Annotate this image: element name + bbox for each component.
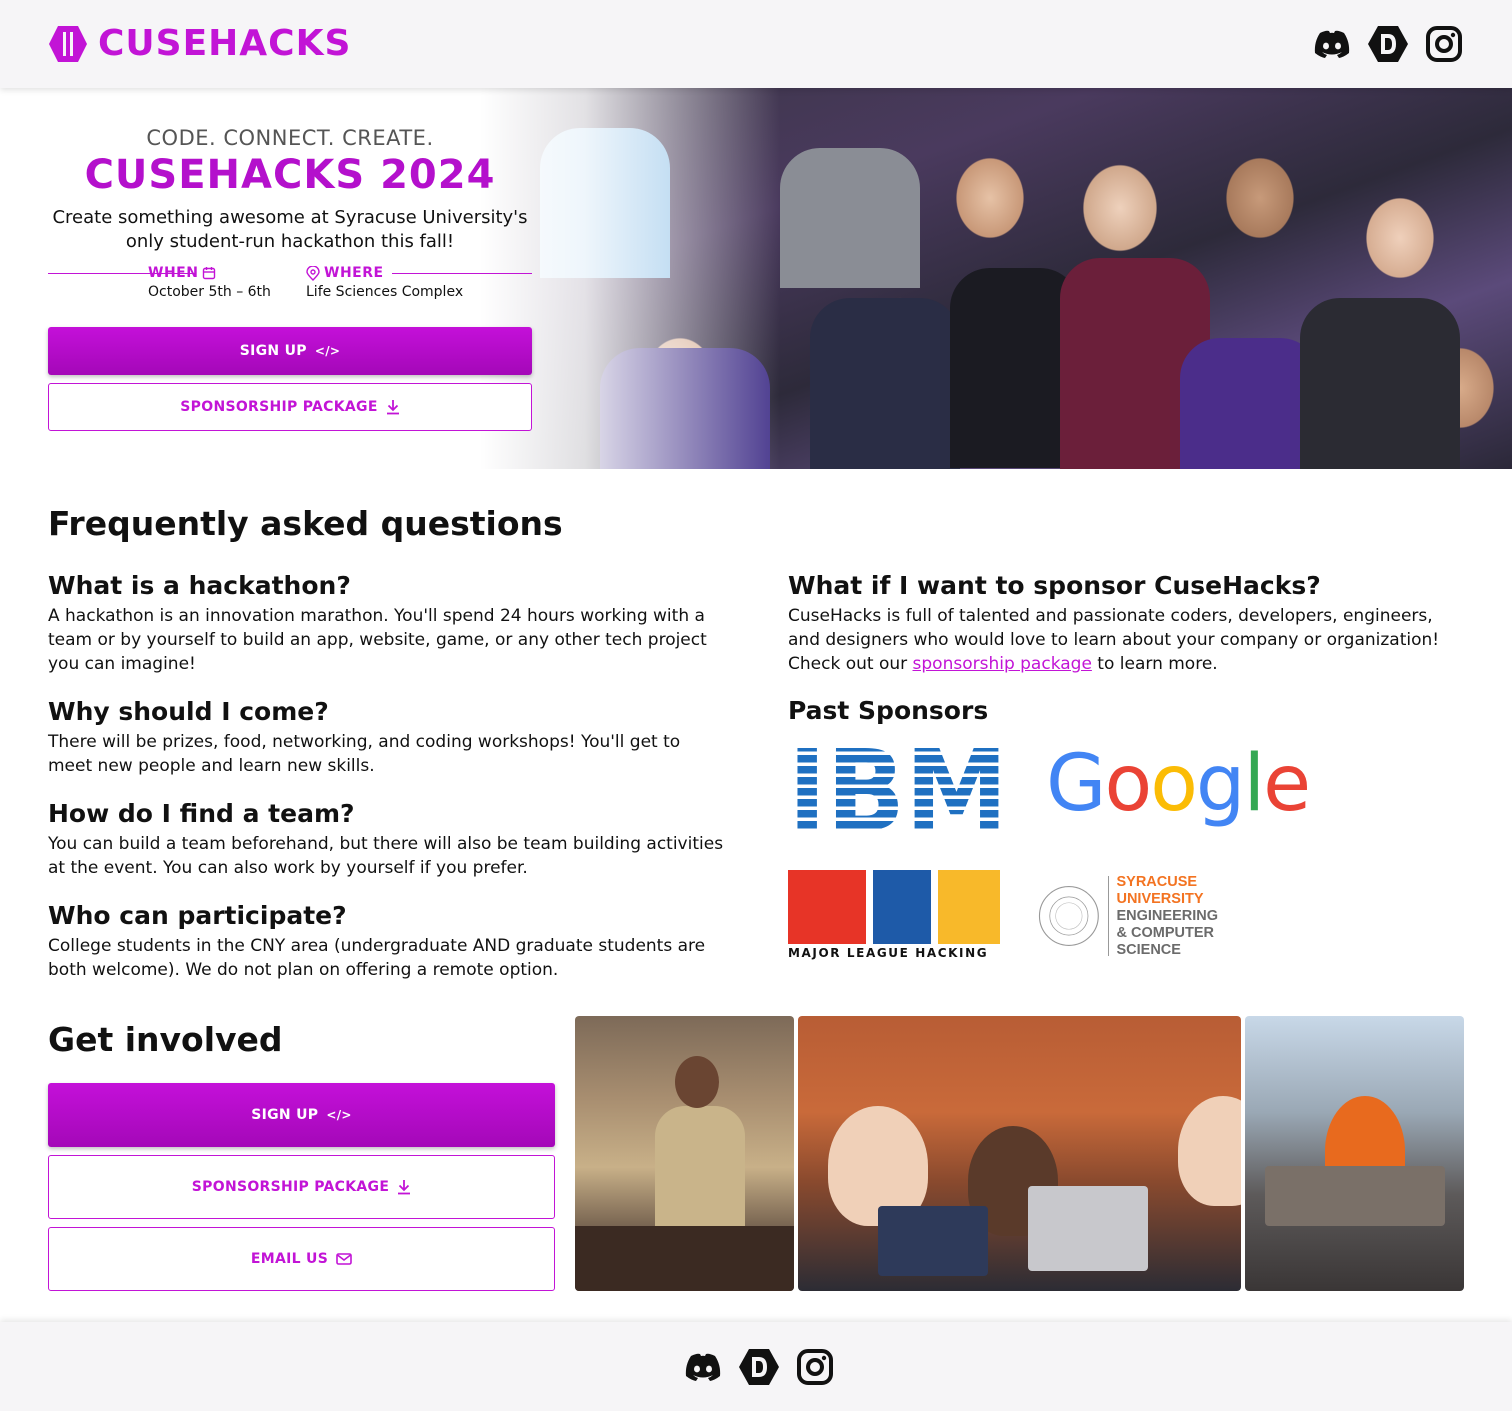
mail-icon — [336, 1253, 352, 1265]
syracuse-ecs-logo: SYRACUSE UNIVERSITY ENGINEERING & COMPUT… — [1038, 872, 1218, 960]
faq-item: What is a hackathon? A hackathon is an i… — [48, 570, 728, 676]
sponsor-answer-tail: to learn more. — [1091, 654, 1218, 674]
site-logo[interactable]: CUSEHACKS — [48, 24, 351, 64]
event-info: WHEN October 5th – 6th WHERE Life Scienc… — [48, 264, 532, 304]
faq-item: Who can participate? College students in… — [48, 900, 728, 982]
map-pin-icon — [306, 265, 320, 281]
event-photo-2 — [798, 1016, 1241, 1291]
hero-description: Create something awesome at Syracuse Uni… — [52, 207, 528, 252]
hero-tagline: CODE. CONNECT. CREATE. — [146, 126, 434, 150]
hero-content: CODE. CONNECT. CREATE. CUSEHACKS 2024 Cr… — [48, 126, 532, 304]
faq-title: Frequently asked questions — [48, 504, 563, 543]
google-letter: l — [1243, 739, 1263, 829]
faq-item: How do I find a team? You can build a te… — [48, 798, 728, 880]
email-button[interactable]: EMAIL US — [48, 1227, 555, 1291]
su-line: SYRACUSE — [1116, 873, 1198, 890]
sponsorship-label: SPONSORSHIP PACKAGE — [180, 399, 378, 415]
where-value: Life Sciences Complex — [306, 284, 464, 300]
email-label: EMAIL US — [250, 1251, 329, 1267]
devpost-icon[interactable] — [1368, 24, 1408, 64]
download-icon — [386, 400, 399, 415]
faq-question: How do I find a team? — [48, 799, 355, 828]
faq-answer: College students in the CNY area (underg… — [48, 936, 706, 980]
ibm-logo: IBM — [788, 727, 1008, 857]
faq-item: Why should I come? There will be prizes,… — [48, 696, 728, 778]
signup-label: SIGN UP — [239, 343, 307, 359]
su-seal-icon — [1038, 886, 1099, 946]
discord-icon[interactable] — [683, 1347, 723, 1387]
su-line: ENGINEERING — [1116, 907, 1218, 924]
google-letter: g — [1196, 739, 1244, 829]
google-text: Google — [1046, 739, 1308, 829]
get-involved-title: Get involved — [48, 1020, 283, 1059]
google-letter: o — [1150, 739, 1196, 829]
su-line: UNIVERSITY — [1116, 890, 1204, 907]
when-value: October 5th – 6th — [148, 284, 271, 300]
event-when: WHEN October 5th – 6th — [148, 264, 271, 300]
site-footer — [0, 1322, 1512, 1411]
get-involved-buttons: SIGN UP </> SPONSORSHIP PACKAGE EMAIL US — [48, 1083, 555, 1291]
where-label: WHERE — [324, 265, 384, 281]
logo-mark-icon — [49, 26, 87, 62]
signup-button[interactable]: SIGN UP </> — [48, 1083, 555, 1147]
faq-question: What if I want to sponsor CuseHacks? — [788, 571, 1321, 600]
when-label: WHEN — [148, 265, 199, 281]
instagram-icon[interactable] — [1424, 24, 1464, 64]
faq-question: Who can participate? — [48, 901, 347, 930]
faq-answer: A hackathon is an innovation marathon. Y… — [48, 606, 707, 674]
google-letter: G — [1046, 739, 1104, 829]
faq-left-column: What is a hackathon? A hackathon is an i… — [48, 570, 728, 982]
download-icon — [398, 1180, 411, 1195]
faq-right-column: What if I want to sponsor CuseHacks? Cus… — [788, 570, 1468, 676]
event-photo-3 — [1245, 1016, 1464, 1291]
svg-text:IBM: IBM — [788, 744, 1008, 832]
hero-title: CUSEHACKS 2024 — [84, 152, 496, 198]
signup-label: SIGN UP — [251, 1107, 319, 1123]
sponsorship-package-link[interactable]: sponsorship package — [913, 654, 1092, 674]
faq-answer: You can build a team beforehand, but the… — [48, 834, 724, 878]
event-photo-1 — [575, 1016, 794, 1291]
calendar-icon — [203, 267, 216, 280]
logo-text: CUSEHACKS — [98, 23, 352, 64]
mlh-subtitle: MAJOR LEAGUE HACKING — [788, 946, 989, 960]
event-where: WHERE Life Sciences Complex — [306, 264, 463, 300]
header-socials — [1312, 24, 1464, 64]
hero-sponsorship-button[interactable]: SPONSORSHIP PACKAGE — [48, 383, 532, 431]
sponsorship-button[interactable]: SPONSORSHIP PACKAGE — [48, 1155, 555, 1219]
faq-question: Why should I come? — [48, 697, 329, 726]
sponsorship-label: SPONSORSHIP PACKAGE — [191, 1179, 390, 1195]
past-sponsors-title: Past Sponsors — [788, 696, 989, 725]
hero-signup-button[interactable]: SIGN UP </> — [48, 327, 532, 375]
discord-icon[interactable] — [1312, 24, 1352, 64]
google-logo: Google — [1046, 738, 1311, 838]
footer-socials — [683, 1347, 835, 1387]
su-line: & COMPUTER — [1116, 924, 1214, 941]
faq-answer: There will be prizes, food, networking, … — [48, 732, 681, 776]
site-header: CUSEHACKS — [0, 0, 1512, 88]
faq-item-sponsor: What if I want to sponsor CuseHacks? Cus… — [788, 570, 1468, 676]
faq-question: What is a hackathon? — [48, 571, 351, 600]
hero-buttons: SIGN UP </> SPONSORSHIP PACKAGE — [48, 327, 532, 431]
devpost-icon[interactable] — [739, 1347, 779, 1387]
mlh-logo: MAJOR LEAGUE HACKING — [788, 870, 1000, 962]
su-line: SCIENCE — [1116, 941, 1181, 958]
google-letter: o — [1104, 739, 1150, 829]
code-icon: </> — [326, 1108, 352, 1122]
google-letter: e — [1263, 739, 1308, 829]
instagram-icon[interactable] — [795, 1347, 835, 1387]
faq-answer: CuseHacks is full of talented and passio… — [788, 604, 1468, 676]
code-icon: </> — [314, 344, 341, 358]
